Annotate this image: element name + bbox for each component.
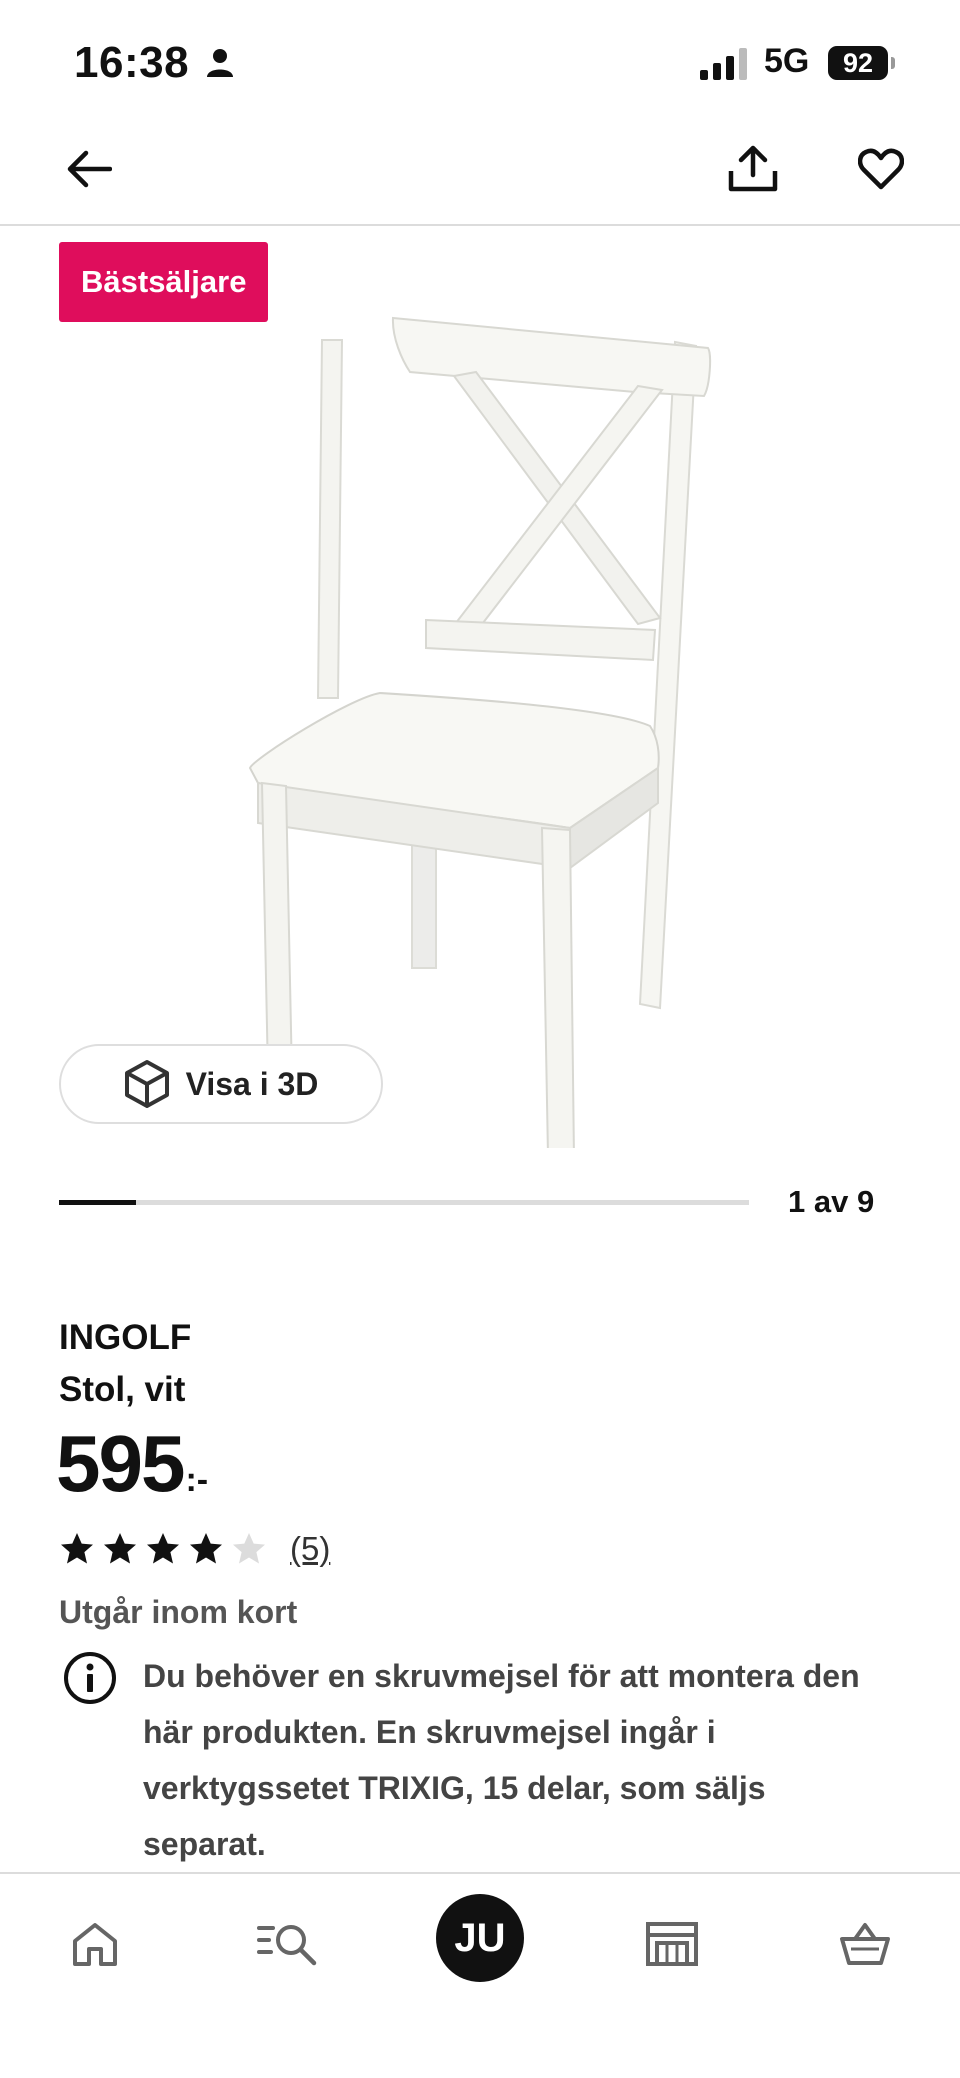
status-bar: 16:38 5G 92 [0, 0, 960, 120]
rating[interactable]: (5) [59, 1530, 330, 1568]
home-icon [73, 1923, 117, 1966]
star-empty-icon [233, 1533, 265, 1564]
top-nav [0, 120, 960, 226]
info-icon [64, 1652, 116, 1704]
product-name: INGOLF [59, 1318, 192, 1357]
star-filled-icon [61, 1533, 93, 1564]
nav-search[interactable] [248, 1904, 328, 1984]
nav-home[interactable] [55, 1904, 135, 1984]
star-filled-icon [190, 1533, 222, 1564]
cube-icon [124, 1060, 169, 1108]
carousel-progress-fill [59, 1200, 136, 1205]
bottom-nav: JU [0, 1872, 960, 2078]
view-3d-label: Visa i 3D [185, 1065, 319, 1102]
carousel-progress [59, 1200, 749, 1205]
network-type: 5G [764, 42, 810, 80]
share-icon [728, 145, 778, 192]
carousel-counter: 1 av 9 [788, 1184, 875, 1219]
arrow-left-icon [67, 150, 112, 188]
assembly-notice: Du behöver en skruvmejsel för att monter… [143, 1658, 860, 1862]
nav-cart[interactable] [825, 1904, 905, 1984]
nav-store[interactable] [632, 1904, 712, 1984]
search-icon [257, 1925, 317, 1966]
person-icon [207, 49, 233, 77]
favorite-button[interactable] [846, 134, 916, 204]
share-button[interactable] [718, 134, 788, 204]
battery-level: 92 [828, 46, 888, 80]
price-value: 595 [56, 1419, 185, 1508]
nav-profile-avatar[interactable]: JU [436, 1894, 524, 1982]
battery-tip [891, 57, 895, 69]
view-3d-button[interactable]: Visa i 3D [59, 1044, 383, 1124]
chair-image[interactable] [230, 268, 730, 1148]
star-filled-icon [147, 1533, 179, 1564]
cart-icon [840, 1923, 890, 1965]
price-suffix: :- [185, 1461, 209, 1499]
review-count[interactable]: (5) [290, 1530, 330, 1568]
heart-icon [858, 148, 904, 190]
status-time: 16:38 [74, 38, 190, 87]
stock-status: Utgår inom kort [59, 1594, 298, 1630]
signal-icon [700, 48, 747, 80]
price: 595 :- [56, 1418, 208, 1510]
star-filled-icon [104, 1533, 136, 1564]
store-icon [646, 1922, 698, 1966]
product-description: Stol, vit [59, 1370, 186, 1409]
product-media[interactable]: Bästsäljare Visa i 3D [0, 228, 960, 1148]
back-button[interactable] [54, 134, 124, 204]
